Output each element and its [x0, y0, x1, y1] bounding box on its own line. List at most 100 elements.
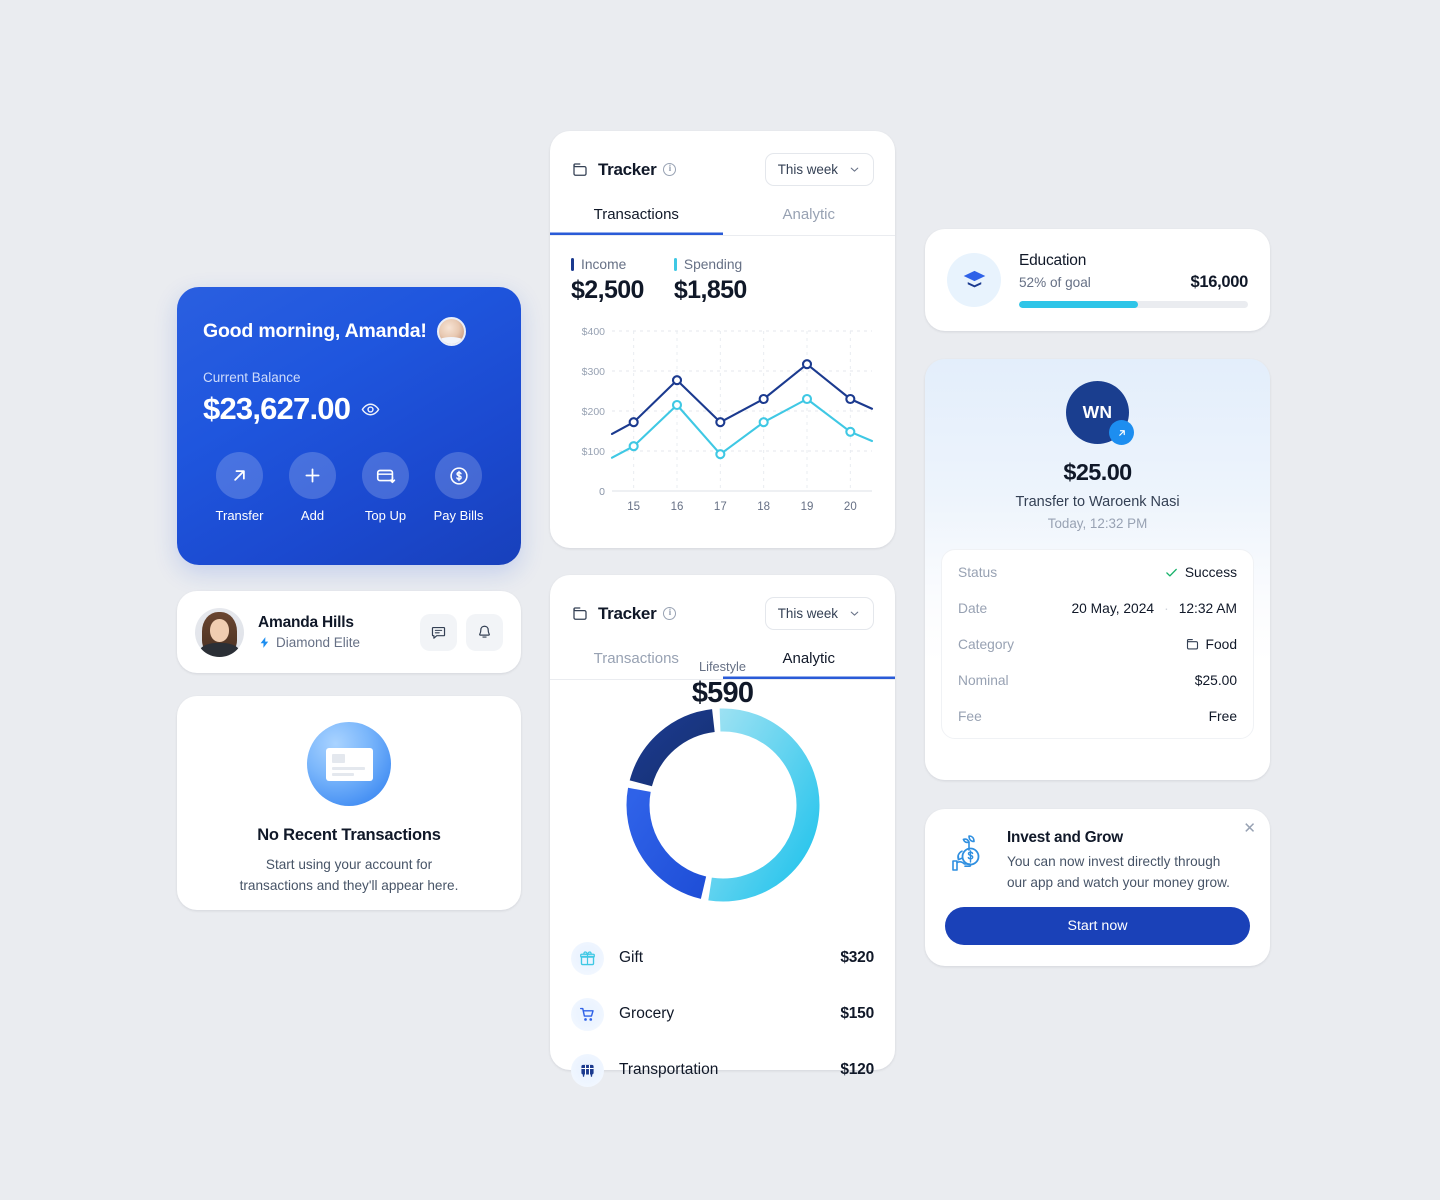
wallet-icon [573, 162, 587, 176]
card-download-icon [376, 469, 395, 483]
tab-analytic[interactable]: Analytic [723, 206, 896, 235]
doc-block [332, 754, 345, 763]
plus-icon [305, 468, 320, 483]
range-select[interactable]: This week [764, 153, 874, 186]
tracker-title: Tracker [598, 603, 657, 623]
detail-value: 20 May, 2024 · 12:32 AM [1072, 601, 1238, 616]
promo-line1: You can now invest directly through [1007, 854, 1221, 869]
action-add[interactable]: Add [276, 452, 349, 523]
spending-label: Spending [683, 257, 743, 272]
balance-label: Current Balance [203, 370, 301, 385]
spending-color-swatch [673, 258, 677, 271]
table-row: Date 20 May, 2024 · 12:32 AM [958, 590, 1237, 626]
goal-line: 52% of goal $16,000 [1019, 273, 1248, 292]
transfer-description: Transfer to Waroenk Nasi [1015, 494, 1180, 510]
chevron-down-icon [850, 611, 859, 616]
summary-row: Income $2,500 Spending $1,850 [550, 257, 895, 305]
spending-label-row: Spending [673, 257, 747, 272]
goal-amount: $16,000 [1190, 273, 1248, 291]
svg-text:16: 16 [671, 501, 684, 513]
detail-date: 20 May, 2024 [1071, 600, 1155, 616]
avatar-face [210, 618, 229, 642]
greeting-text: Good morning, Amanda! [203, 320, 427, 342]
quick-actions: Transfer Add Top Up Pay Bills [203, 452, 495, 523]
savings-goal-card[interactable]: Education 52% of goal $16,000 [925, 229, 1270, 331]
topup-button[interactable] [362, 452, 409, 499]
action-transfer[interactable]: Transfer [203, 452, 276, 523]
list-item[interactable]: Transportation $120 [571, 1042, 874, 1098]
document-icon [326, 748, 373, 781]
category-name: Transportation [619, 1061, 719, 1078]
income-summary: Income $2,500 [571, 257, 644, 305]
table-row: Status Success [958, 554, 1237, 590]
svg-text:$400: $400 [582, 326, 606, 338]
tracker-header: Tracker i This week [550, 153, 895, 186]
income-label: Income [581, 257, 627, 272]
income-color-swatch [571, 258, 574, 271]
detail-key: Fee [958, 708, 982, 724]
table-row: Category Food [958, 626, 1237, 662]
transfer-amount: $25.00 [1063, 459, 1132, 485]
transfer-button[interactable] [216, 452, 263, 499]
wallet-icon [1186, 638, 1198, 649]
profile-name: Amanda Hills [258, 614, 354, 631]
detail-value: $25.00 [1194, 672, 1237, 688]
notifications-button[interactable] [466, 613, 503, 651]
list-item[interactable]: Grocery $150 [571, 986, 874, 1042]
empty-illustration-icon [307, 722, 391, 806]
recipient-avatar: WN [1066, 381, 1134, 445]
donut-chart-svg [626, 708, 819, 902]
message-button[interactable] [420, 613, 457, 651]
detail-key: Nominal [958, 672, 1009, 688]
transfer-details-table: Status Success Date 20 May, 2024 · 12:32… [941, 549, 1254, 739]
category-legend: Gift $320 Grocery $150 Transportation $1… [550, 930, 895, 1098]
action-topup[interactable]: Top Up [349, 452, 422, 523]
tracker-header: Tracker i This week [550, 597, 895, 630]
start-now-button[interactable]: Start now [945, 907, 1250, 945]
tracker-title: Tracker [598, 159, 657, 179]
eye-icon[interactable] [361, 400, 380, 419]
donut-amount: $590 [691, 677, 754, 709]
list-item[interactable]: Gift $320 [571, 930, 874, 986]
action-label: Top Up [364, 508, 407, 523]
category-name: Gift [619, 949, 644, 966]
tracker-transactions-card: Tracker i This week Transactions Analyti… [550, 131, 895, 548]
category-amount: $120 [840, 1061, 874, 1078]
add-button[interactable] [289, 452, 336, 499]
paybills-button[interactable] [435, 452, 482, 499]
profile-tier: Diamond Elite [258, 635, 411, 650]
no-transactions-card: No Recent Transactions Start using your … [177, 696, 521, 910]
profile-card[interactable]: Amanda Hills Diamond Elite [177, 591, 521, 673]
donut-chart: Lifestyle $590 [550, 659, 895, 908]
svg-text:$200: $200 [582, 406, 606, 418]
tab-transactions[interactable]: Transactions [550, 206, 723, 235]
promo-content: Invest and Grow You can now invest direc… [945, 829, 1250, 893]
detail-key: Date [958, 600, 988, 616]
spending-value: $1,850 [673, 276, 747, 304]
promo-body: You can now invest directly through our … [1007, 851, 1230, 893]
balance-card: Good morning, Amanda! Current Balance $2… [177, 287, 521, 565]
promo-card: ✕ Invest and Grow You can now invest dir… [925, 809, 1270, 966]
profile-text: Amanda Hills Diamond Elite [258, 614, 411, 650]
action-label: Transfer [215, 508, 264, 523]
category-amount: $150 [840, 1005, 874, 1022]
detail-category: Food [1205, 636, 1237, 652]
goal-body: Education 52% of goal $16,000 [1019, 252, 1248, 308]
range-select[interactable]: This week [764, 597, 874, 630]
info-icon[interactable]: i [663, 607, 677, 620]
income-label-row: Income [571, 257, 644, 272]
close-icon[interactable]: ✕ [1243, 821, 1256, 836]
svg-text:$100: $100 [582, 446, 606, 458]
svg-text:20: 20 [844, 501, 857, 513]
action-label: Pay Bills [433, 508, 484, 523]
doc-line [332, 773, 354, 776]
dollar-circle-icon [449, 466, 468, 485]
table-row: Nominal $25.00 [958, 662, 1237, 698]
transfer-detail-card: WN $25.00 Transfer to Waroenk Nasi Today… [925, 359, 1270, 780]
greeting-row: Good morning, Amanda! [203, 317, 495, 346]
line-chart-svg: 0$100$200$300$40015 16 17 18 19 200 [582, 326, 874, 513]
lightning-bolt-icon [260, 637, 269, 648]
info-icon[interactable]: i [663, 163, 677, 176]
recipient-avatar-wrap: WN [925, 381, 1270, 445]
action-paybills[interactable]: Pay Bills [422, 452, 495, 523]
